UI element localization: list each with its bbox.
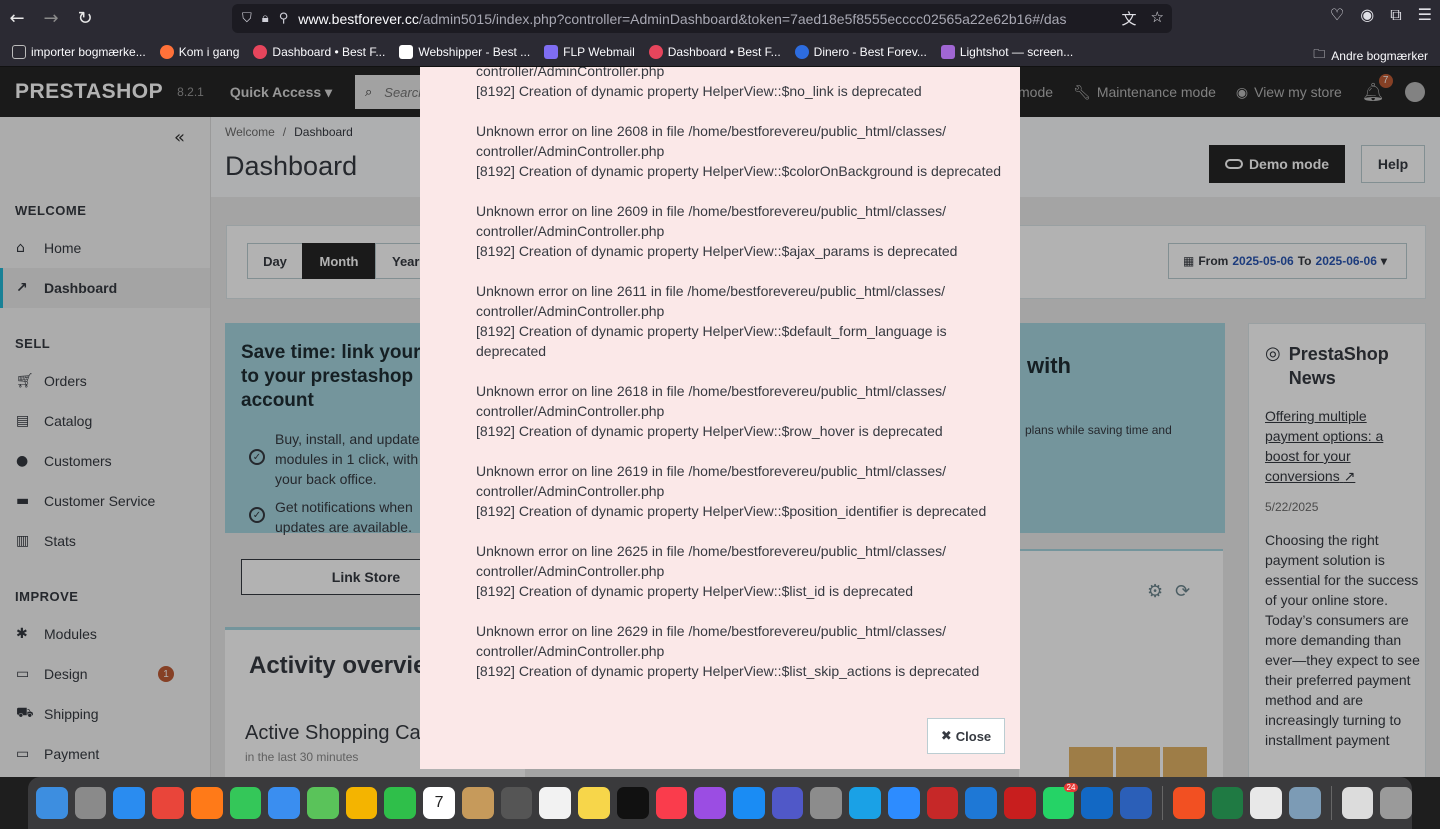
back-arrow-icon[interactable]: ← <box>0 2 34 36</box>
close-icon: ✖ <box>940 728 952 744</box>
dock-separator <box>1330 786 1332 820</box>
skype-icon[interactable] <box>849 787 881 819</box>
reminders-icon[interactable] <box>539 787 572 819</box>
url-host: www.bestforever.cc <box>298 10 419 27</box>
firefox-icon <box>159 44 174 59</box>
prestashop-icon <box>253 44 268 59</box>
microsoft-store-icon[interactable] <box>1172 787 1205 819</box>
filezilla-icon[interactable] <box>926 787 959 819</box>
extensions-icon[interactable]: ⧉ <box>1390 5 1401 25</box>
firefox-icon[interactable] <box>190 787 223 819</box>
error-entry: Unknown error on line 2629 in file /home… <box>476 623 980 679</box>
outlook-icon[interactable] <box>1081 787 1114 819</box>
translate-icon[interactable]: 文 <box>1122 8 1137 29</box>
other-bookmarks[interactable]: 🗀 Andre bogmærker <box>1313 45 1428 66</box>
error-modal: controller/AdminController.php [8192] Cre… <box>420 67 1020 769</box>
forward-arrow-icon[interactable]: → <box>34 2 68 36</box>
lightshot-icon <box>940 44 955 59</box>
photos-icon[interactable] <box>345 787 378 819</box>
permissions-icon: ⚲ <box>278 11 289 26</box>
trash-icon[interactable] <box>1380 787 1413 819</box>
notes-icon[interactable] <box>578 787 610 819</box>
error-entry: controller/AdminController.php [8192] Cre… <box>476 67 922 99</box>
dock-badge: 24 <box>1063 783 1079 792</box>
facetime-icon[interactable] <box>384 787 417 819</box>
textedit-icon[interactable] <box>1250 787 1282 819</box>
documents-icon[interactable] <box>1341 787 1374 819</box>
maps-icon[interactable] <box>307 787 339 819</box>
bookmark-item[interactable]: FLP Webmail <box>544 44 635 59</box>
folder-icon: 🗀 <box>1313 47 1326 61</box>
safari-icon[interactable] <box>113 787 146 819</box>
excel-icon[interactable] <box>1211 787 1244 819</box>
import-icon <box>12 44 26 59</box>
error-entry: Unknown error on line 2608 in file /home… <box>476 123 1002 179</box>
bookmark-star-icon[interactable]: ☆ <box>1151 8 1164 29</box>
word-icon[interactable] <box>1120 787 1152 819</box>
account-icon[interactable]: ◉ <box>1360 5 1374 25</box>
browser-toolbar: ← → ↻ ⛉ 🔒︎ ⚲ www.bestforever.cc/admin501… <box>0 0 1440 37</box>
webshipper-icon <box>399 44 414 59</box>
close-button[interactable]: ✖ Close <box>927 718 1005 754</box>
prestashop-icon <box>648 44 663 59</box>
music-icon[interactable] <box>655 787 688 819</box>
reload-icon[interactable]: ↻ <box>68 2 102 36</box>
error-entry: Unknown error on line 2609 in file /home… <box>476 203 958 259</box>
error-list: controller/AdminController.php [8192] Cre… <box>476 67 1016 701</box>
chrome-icon[interactable] <box>152 787 184 819</box>
calendar-icon[interactable]: 7 <box>423 787 455 819</box>
launchpad-icon[interactable] <box>74 787 107 819</box>
dock-separator <box>1161 786 1163 820</box>
bookmark-item[interactable]: Kom i gang <box>159 44 239 59</box>
podcasts-icon[interactable] <box>694 787 726 819</box>
app-store-icon[interactable] <box>732 787 765 819</box>
tv-icon[interactable] <box>616 787 649 819</box>
bookmark-item[interactable]: Dinero - Best Forev... <box>794 44 927 59</box>
macos-dock: 7 24 <box>28 777 1413 829</box>
bookmark-item[interactable]: Webshipper - Best ... <box>399 44 530 59</box>
address-bar[interactable]: ⛉ 🔒︎ ⚲ www.bestforever.cc/admin5015/inde… <box>232 4 1172 33</box>
preview-icon[interactable] <box>1288 787 1321 819</box>
mail-icon[interactable] <box>268 787 301 819</box>
system-settings-icon[interactable] <box>810 787 843 819</box>
error-entry: Unknown error on line 2611 in file /home… <box>476 283 947 359</box>
teams-icon[interactable] <box>771 787 804 819</box>
contacts-icon[interactable] <box>461 787 494 819</box>
acrobat-icon[interactable] <box>1003 787 1036 819</box>
webmail-icon <box>544 44 559 59</box>
bookmark-item[interactable]: importer bogmærke... <box>12 44 146 59</box>
messages-icon[interactable] <box>229 787 262 819</box>
dinero-icon <box>794 44 809 59</box>
bookmark-item[interactable]: Dashboard • Best F... <box>253 44 385 59</box>
finder-icon[interactable] <box>36 787 68 819</box>
calculator-icon[interactable] <box>500 787 533 819</box>
error-entry: Unknown error on line 2625 in file /home… <box>476 543 947 599</box>
bookmarks-bar: importer bogmærke... Kom i gang Dashboar… <box>0 37 1440 67</box>
bookmark-item[interactable]: Dashboard • Best F... <box>648 44 781 59</box>
error-entry: Unknown error on line 2618 in file /home… <box>476 383 947 439</box>
error-entry: Unknown error on line 2619 in file /home… <box>476 463 987 519</box>
menu-icon[interactable]: ☰ <box>1418 5 1432 25</box>
lock-icon: 🔒︎ <box>261 11 269 26</box>
url-path: /admin5015/index.php?controller=AdminDas… <box>418 10 1067 27</box>
onedrive-icon[interactable] <box>965 787 997 819</box>
pocket-icon[interactable]: ♡ <box>1330 5 1344 25</box>
bookmark-item[interactable]: Lightshot — screen... <box>940 44 1073 59</box>
shield-icon: ⛉ <box>242 11 252 26</box>
whatsapp-icon[interactable]: 24 <box>1042 783 1079 819</box>
zoom-icon[interactable] <box>887 787 920 819</box>
